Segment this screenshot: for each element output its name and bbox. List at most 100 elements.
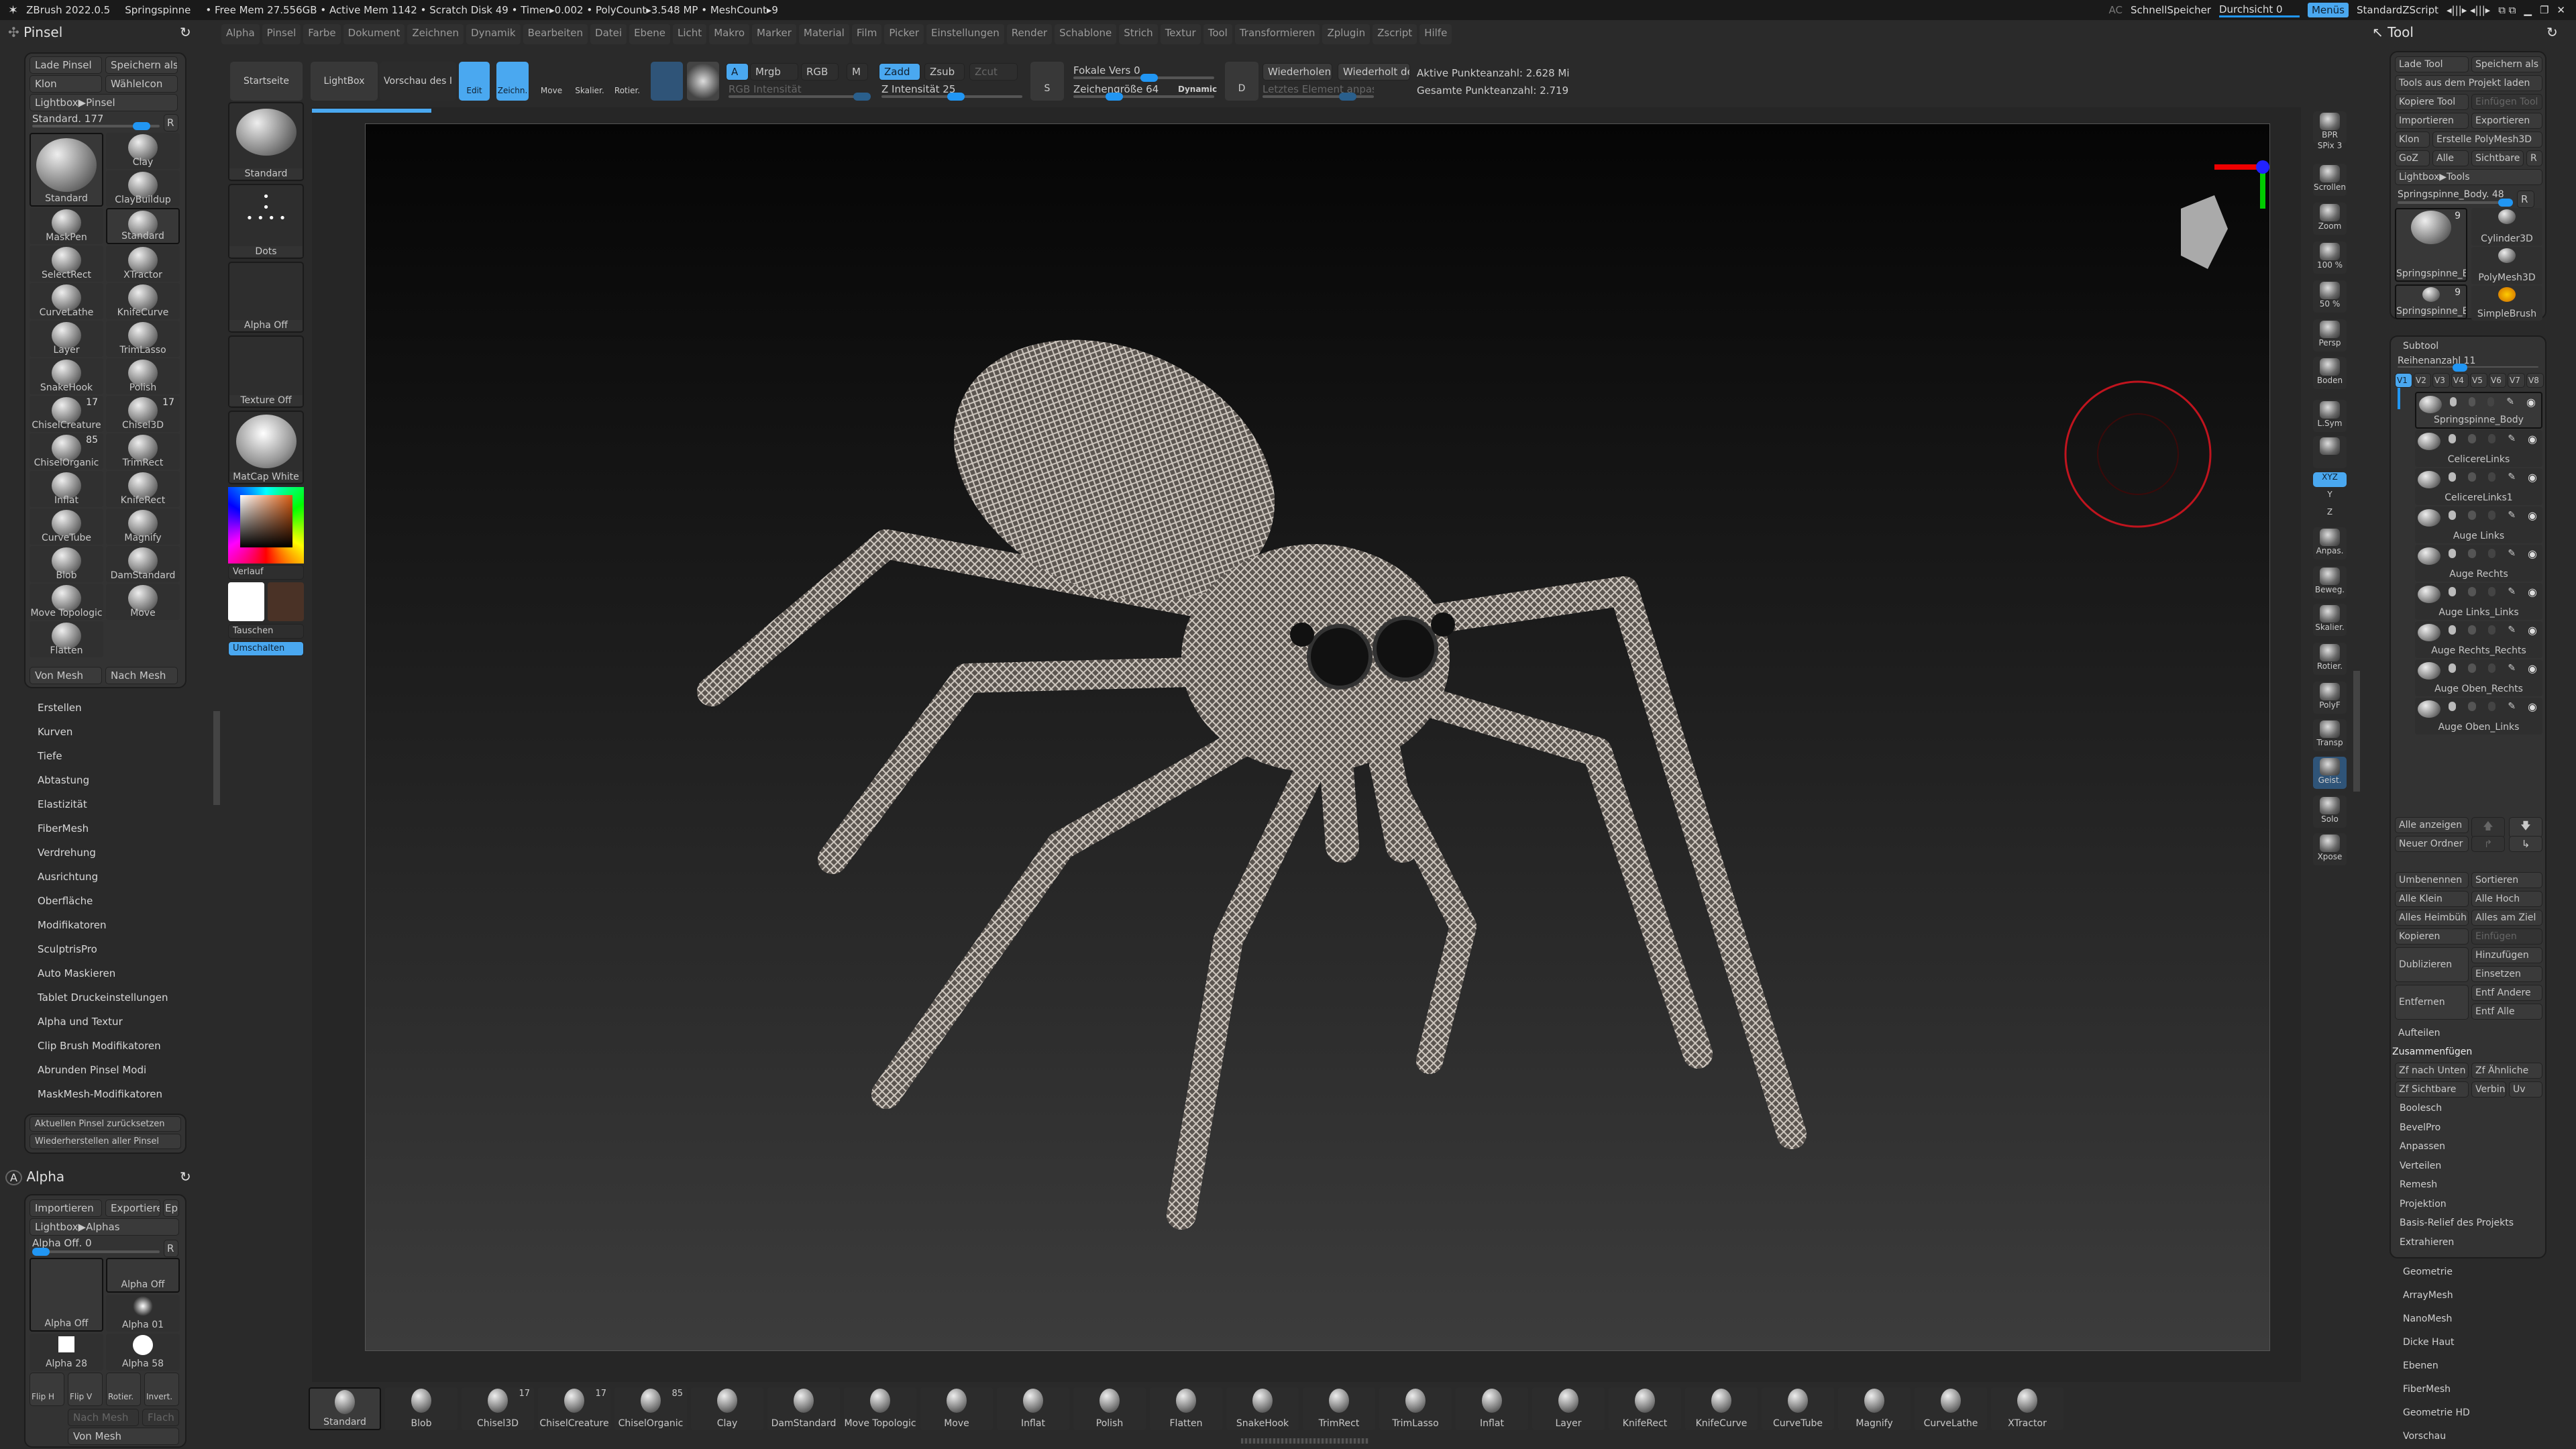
right-tool-solo[interactable]: Solo [2313, 796, 2347, 828]
polypaint-toggle-icon[interactable] [2449, 625, 2457, 635]
tool-thumb-polymesh3d[interactable]: PolyMesh3D [2471, 247, 2542, 284]
shelf-brush-snakehook[interactable]: SnakeHook [1226, 1387, 1299, 1430]
alpha-28-item[interactable]: Alpha 28 [30, 1334, 103, 1371]
brush-item-damstandard[interactable]: DamStandard [106, 546, 180, 582]
right-scrollbar[interactable] [2353, 671, 2360, 792]
subtool-del-other-button[interactable]: Entf Andere [2471, 985, 2542, 1001]
alpha-header[interactable]: A Alpha [5, 1169, 64, 1185]
brush-item-chiselorganic[interactable]: ChiselOrganic 85 [30, 433, 103, 470]
tool-reset-button[interactable]: R [2517, 191, 2534, 208]
subtool-insert-button[interactable]: Einsetzen [2471, 966, 2542, 982]
right-tool-geist[interactable]: Geist. [2313, 757, 2347, 789]
brush-icon[interactable]: ✎ [2508, 472, 2516, 482]
tool-refresh-icon[interactable]: ↻ [2546, 24, 2558, 40]
subtool-all-low-button[interactable]: Alle Klein [2395, 891, 2469, 907]
lightbox-button[interactable]: LightBox [311, 62, 378, 101]
tool-header[interactable]: ↖ Tool [2372, 24, 2414, 40]
slider-knob[interactable] [853, 93, 871, 101]
merge-toggle-icon[interactable] [2487, 625, 2496, 635]
move-mode-button[interactable]: Move [535, 62, 568, 101]
polypaint-toggle-icon[interactable] [2449, 549, 2457, 558]
alpha-reset-button[interactable]: R [164, 1240, 178, 1257]
brush-item-xtractor[interactable]: XTractor [106, 246, 180, 282]
flip-v-button[interactable]: Flip V [68, 1373, 103, 1406]
home-button[interactable]: Startseite [230, 62, 303, 101]
visibility-mode-icon[interactable] [2468, 511, 2476, 520]
brush-item-move[interactable]: Move [106, 584, 180, 620]
orientation-gizmo[interactable] [2181, 160, 2269, 269]
brush-item-snakehook[interactable]: SnakeHook [30, 358, 103, 394]
shelf-brush-chiselcreature[interactable]: ChiselCreature 17 [538, 1387, 610, 1430]
right-tool-xyz[interactable]: XYZ [2313, 472, 2347, 487]
subtool-section-verteilen[interactable]: Verteilen [2400, 1161, 2441, 1171]
shelf-brush-layer[interactable]: Layer [1532, 1387, 1605, 1430]
draw-size-slider[interactable] [1073, 93, 1214, 101]
menu-picker[interactable]: Picker [884, 24, 924, 44]
gradient-button[interactable]: Verlauf [228, 565, 304, 580]
draw-sphere-icon[interactable] [687, 62, 719, 101]
subtool-item-auge-rechts[interactable]: ✎ ◉ Auge Rechts [2415, 545, 2542, 582]
menu-strich[interactable]: Strich [1119, 24, 1158, 44]
shelf-brush-magnify[interactable]: Magnify [1838, 1387, 1911, 1430]
zadd-toggle[interactable]: Zadd [879, 63, 920, 80]
alpha-current[interactable]: Alpha Off [30, 1258, 103, 1332]
polypaint-toggle-icon[interactable] [2449, 663, 2457, 673]
clone-brush-button[interactable]: Klon [30, 75, 102, 93]
section-tiefe[interactable]: Tiefe [38, 750, 62, 762]
tool-section-ebenen[interactable]: Ebenen [2403, 1360, 2438, 1371]
shelf-brush-kniferect[interactable]: KnifeRect [1609, 1387, 1681, 1430]
shelf-brush-move-topologic[interactable]: Move Topologic [844, 1387, 916, 1430]
right-tool-anpas[interactable]: Anpas. [2313, 527, 2347, 559]
brush-item-knifecurve[interactable]: KnifeCurve [106, 283, 180, 319]
polypaint-toggle-icon[interactable] [2449, 587, 2457, 596]
brush-icon[interactable]: ✎ [2508, 433, 2516, 444]
menu-material[interactable]: Material [798, 24, 849, 44]
alpha-off-item[interactable]: Alpha Off [106, 1258, 180, 1293]
subtool-rename-button[interactable]: Umbenennen [2395, 872, 2469, 888]
z-intensity-slider[interactable] [881, 93, 1022, 101]
brush-item-standard[interactable]: Standard [30, 133, 103, 207]
brush-slider[interactable] [32, 122, 160, 130]
right-tool-rotier[interactable]: Rotier. [2313, 643, 2347, 675]
right-tool-transp[interactable]: Transp [2313, 719, 2347, 751]
zcut-toggle[interactable]: Zcut [969, 63, 1018, 80]
section-maskmesh-modifikatoren[interactable]: MaskMesh-Modifikatoren [38, 1088, 162, 1100]
subtool-paste-button[interactable]: Einfügen [2471, 928, 2542, 945]
version-tab-v4[interactable]: V4 [2451, 373, 2469, 388]
brush-icon[interactable]: ✎ [2508, 625, 2516, 635]
subtool-item-auge-rechts-rechts[interactable]: ✎ ◉ Auge Rechts_Rechts [2415, 621, 2542, 658]
menu-marker[interactable]: Marker [752, 24, 796, 44]
quicksave-button[interactable]: SchnellSpeicher [2131, 4, 2211, 16]
tool-section-geometrie[interactable]: Geometrie [2403, 1267, 2453, 1277]
menu-pinsel[interactable]: Pinsel [262, 24, 301, 44]
move-folder-up-arrow-icon[interactable]: ↱ [2471, 836, 2505, 852]
slider-knob[interactable] [1339, 93, 1356, 101]
visibility-mode-icon[interactable] [2469, 397, 2476, 407]
section-auto-maskieren[interactable]: Auto Maskieren [38, 967, 115, 979]
invert-alpha-button[interactable]: Invert. [144, 1373, 179, 1406]
repeat-button[interactable]: Wiederholen [1263, 63, 1332, 80]
brush-icon[interactable]: ✎ [2508, 586, 2516, 597]
material-thumb[interactable]: MatCap White [228, 411, 304, 484]
section-elastizit-t[interactable]: Elastizität [38, 798, 87, 810]
menu-transformieren[interactable]: Transformieren [1234, 24, 1320, 44]
color-picker[interactable] [228, 487, 304, 564]
tool-button-erstelle-polymesh3d[interactable]: Erstelle PolyMesh3D [2432, 131, 2542, 148]
select-icon-button[interactable]: WähleIcon [105, 75, 178, 93]
shelf-brush-chisel3d[interactable]: Chisel3D 17 [462, 1387, 534, 1430]
eye-icon[interactable]: ◉ [2528, 433, 2537, 445]
tool-section-fibermesh[interactable]: FiberMesh [2403, 1384, 2451, 1395]
version-tab-v8[interactable]: V8 [2526, 373, 2544, 388]
dynamic-size-icon[interactable]: D [1225, 62, 1258, 101]
alpha-from-mesh-button[interactable]: Von Mesh [68, 1428, 179, 1445]
split-section[interactable]: Aufteilen [2398, 1028, 2440, 1038]
tool-button-lade-tool[interactable]: Lade Tool [2395, 56, 2469, 72]
polypaint-toggle-icon[interactable] [2450, 397, 2457, 407]
subtool-new-folder-button[interactable]: Neuer Ordner [2395, 836, 2469, 852]
repeat-last-button[interactable]: Wiederholt de [1338, 63, 1410, 80]
left-scrollbar[interactable] [213, 711, 220, 805]
subtool-section-remesh[interactable]: Remesh [2400, 1179, 2437, 1190]
slider-knob[interactable] [1106, 93, 1123, 101]
brush-icon[interactable]: ✎ [2508, 510, 2516, 521]
alpha-to-mesh-button[interactable]: Nach Mesh [68, 1409, 139, 1426]
